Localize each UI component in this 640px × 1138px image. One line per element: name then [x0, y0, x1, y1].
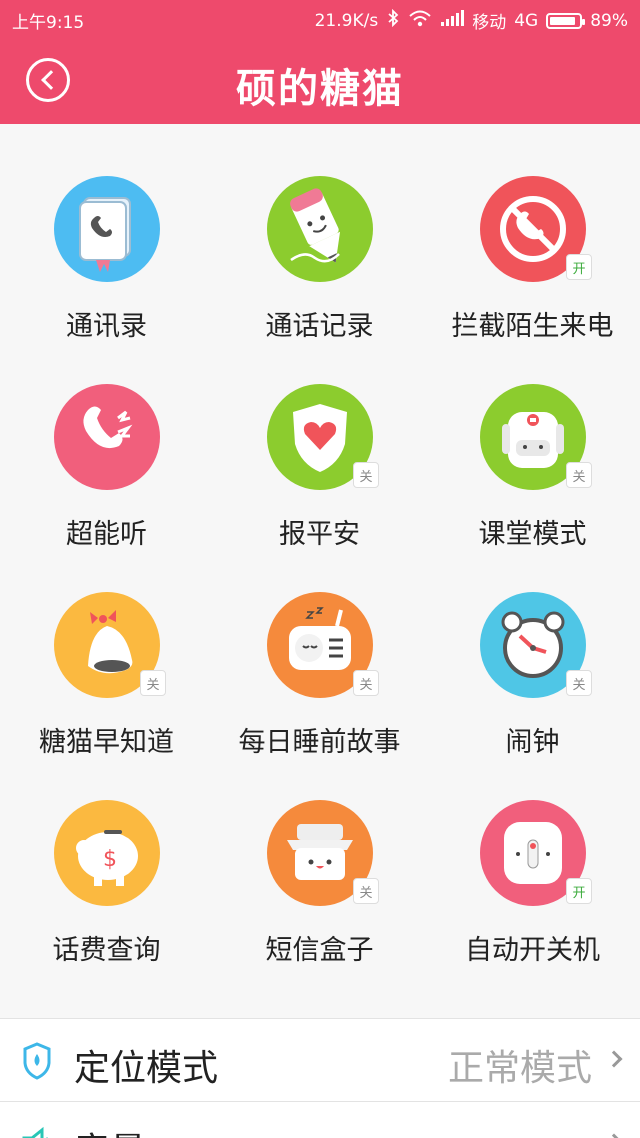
alarm-clock-icon: 关 — [480, 592, 592, 698]
location-mode-icon — [20, 1041, 54, 1081]
feature-super-listen[interactable]: 超能听 — [0, 332, 213, 550]
feature-balance-check[interactable]: $ 话费查询 — [0, 748, 213, 966]
setting-label: 定位模式 — [74, 1048, 219, 1089]
feature-sms-box[interactable]: 关 短信盒子 — [213, 748, 426, 966]
power-device-icon: 开 — [480, 800, 592, 906]
feature-block-strangers[interactable]: 开 拦截陌生来电 — [426, 124, 639, 342]
block-call-icon: 开 — [480, 176, 592, 282]
carrier-name: 移动 — [472, 13, 507, 33]
radio-icon: 关 — [267, 592, 379, 698]
badge-on: 开 — [566, 254, 592, 280]
network-type: 4G — [514, 10, 539, 31]
feature-call-log[interactable]: 通话记录 — [213, 124, 426, 342]
feature-report-safety[interactable]: 关 报平安 — [213, 332, 426, 550]
phonebook-icon — [54, 176, 160, 282]
feature-label: 话费查询 — [52, 935, 161, 966]
wifi-icon — [408, 9, 432, 32]
feature-label: 自动开关机 — [465, 935, 600, 966]
phone-listen-icon — [54, 384, 160, 490]
setting-value: 正常模式 — [447, 1048, 592, 1089]
badge-off: 关 — [353, 878, 379, 904]
feature-early-news[interactable]: 关 糖猫早知道 — [0, 540, 213, 758]
bell-icon: 关 — [54, 592, 166, 698]
feature-grid: 通讯录 通话记录 开 拦截陌生来电 超能听 关 报平安 关 课堂模式 关 糖猫早… — [0, 124, 640, 1018]
bluetooth-icon — [386, 8, 400, 32]
badge-off: 关 — [566, 670, 592, 696]
piggy-bank-icon: $ — [54, 800, 160, 906]
status-time: 上午9:15 — [12, 13, 85, 33]
setting-volume[interactable]: 音量 — [0, 1102, 640, 1138]
badge-on: 开 — [566, 878, 592, 904]
status-indicators: 21.9K/s 移动 4G 89% — [315, 8, 628, 33]
app-bar: 硕的糖猫 — [0, 38, 640, 124]
feature-label: 短信盒子 — [265, 935, 374, 966]
battery-percent: 89% — [590, 10, 628, 31]
svg-text:$: $ — [103, 847, 117, 872]
badge-off: 关 — [566, 462, 592, 488]
network-speed: 21.9K/s — [314, 10, 379, 31]
chevron-right-icon — [605, 1133, 623, 1138]
page-title: 硕的糖猫 — [236, 66, 404, 112]
badge-off: 关 — [353, 462, 379, 488]
volume-icon — [20, 1124, 54, 1138]
setting-location-mode[interactable]: 定位模式 正常模式 — [0, 1019, 640, 1101]
feature-class-mode[interactable]: 关 课堂模式 — [426, 332, 639, 550]
status-bar: 上午9:15 21.9K/s 移动 4G 89% — [0, 0, 640, 38]
pencil-icon — [267, 176, 373, 282]
feature-bedtime-story[interactable]: 关 每日睡前故事 — [213, 540, 426, 758]
chevron-right-icon — [605, 1050, 623, 1068]
badge-off: 关 — [140, 670, 166, 696]
message-box-icon: 关 — [267, 800, 379, 906]
feature-contacts[interactable]: 通讯录 — [0, 124, 213, 342]
signal-icon — [440, 10, 465, 31]
feature-auto-power[interactable]: 开 自动开关机 — [426, 748, 639, 966]
badge-off: 关 — [353, 670, 379, 696]
backpack-icon: 关 — [480, 384, 592, 490]
battery-fill — [550, 16, 576, 25]
setting-label: 音量 — [74, 1122, 146, 1138]
feature-alarm[interactable]: 关 闹钟 — [426, 540, 639, 758]
battery-icon — [546, 12, 586, 29]
heart-shield-icon: 关 — [267, 384, 379, 490]
